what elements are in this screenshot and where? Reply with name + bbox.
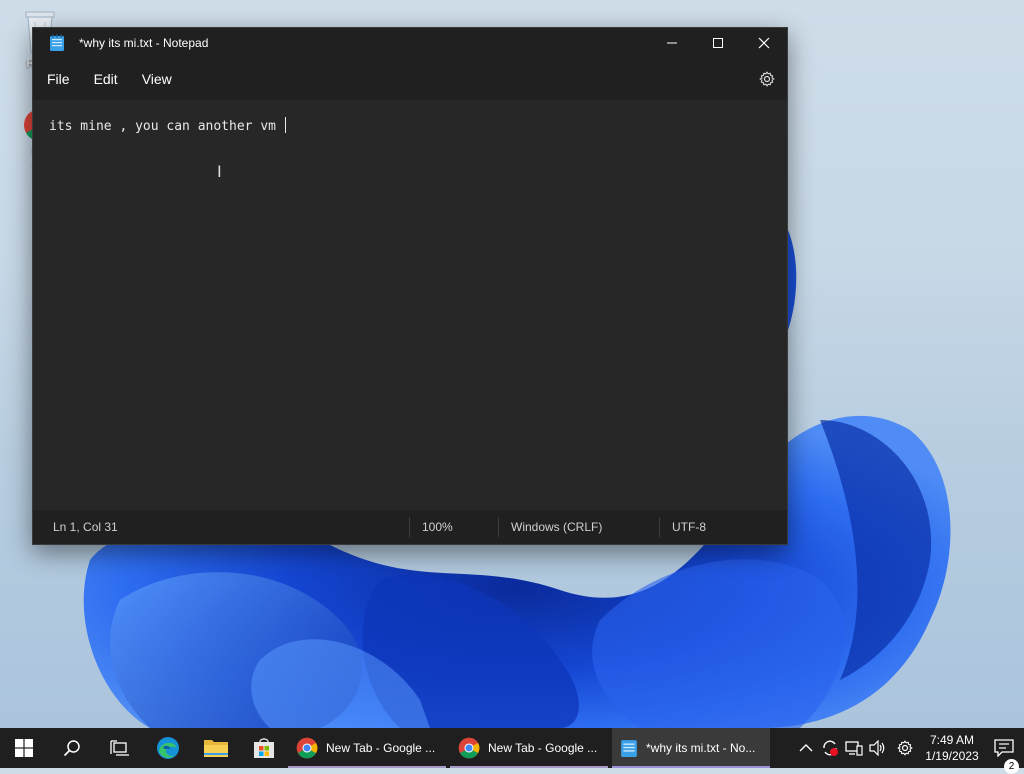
sync-error-icon bbox=[823, 740, 838, 756]
minimize-button[interactable] bbox=[649, 28, 695, 58]
search-icon bbox=[63, 740, 80, 757]
notification-center-button[interactable]: 2 bbox=[984, 739, 1024, 774]
tray-volume-button[interactable] bbox=[866, 728, 890, 768]
editor-text: its mine , you can another vm bbox=[49, 119, 284, 134]
status-bar: Ln 1, Col 31 100% Windows (CRLF) UTF-8 bbox=[33, 510, 787, 544]
windows-logo-icon bbox=[15, 739, 33, 757]
notepad-icon bbox=[50, 34, 64, 51]
taskbar-app-notepad[interactable]: *why its mi.txt - No... bbox=[612, 728, 770, 768]
clock-time: 7:49 AM bbox=[929, 733, 975, 747]
taskbar-app-label: *why its mi.txt - No... bbox=[646, 741, 756, 755]
task-view-icon bbox=[110, 740, 129, 756]
chrome-icon bbox=[296, 737, 318, 759]
maximize-button[interactable] bbox=[695, 28, 741, 58]
menu-bar: File Edit View bbox=[33, 58, 787, 100]
taskbar: New Tab - Google ... New Tab - Google ..… bbox=[0, 728, 1024, 774]
status-position: Ln 1, Col 31 bbox=[53, 520, 118, 534]
taskbar-app-label: New Tab - Google ... bbox=[488, 741, 598, 755]
editor-line: its mine , you can another vm bbox=[49, 117, 286, 134]
title-bar[interactable]: *why its mi.txt - Notepad bbox=[33, 28, 787, 58]
folder-icon bbox=[204, 740, 228, 757]
tray-sync-button[interactable] bbox=[818, 728, 842, 768]
menu-file[interactable]: File bbox=[35, 63, 82, 95]
maximize-icon bbox=[713, 38, 723, 48]
taskbar-app-label: New Tab - Google ... bbox=[326, 741, 436, 755]
ibeam-cursor-icon: Ⅰ bbox=[217, 162, 222, 181]
clock-date: 1/19/2023 bbox=[925, 749, 979, 763]
notepad-icon bbox=[621, 740, 637, 757]
taskbar-store[interactable] bbox=[240, 728, 288, 768]
notification-badge: 2 bbox=[1004, 759, 1019, 774]
settings-button[interactable] bbox=[747, 63, 787, 95]
notification-icon bbox=[994, 739, 1014, 757]
text-editor[interactable]: its mine , you can another vm Ⅰ bbox=[33, 100, 787, 510]
status-zoom: 100% bbox=[422, 520, 453, 534]
close-icon bbox=[758, 37, 770, 49]
show-hidden-icons-button[interactable] bbox=[794, 728, 818, 768]
status-encoding: UTF-8 bbox=[672, 520, 706, 534]
gear-icon bbox=[759, 71, 775, 87]
taskbar-edge[interactable] bbox=[144, 728, 192, 768]
window-title: *why its mi.txt - Notepad bbox=[79, 36, 209, 50]
taskbar-app-chrome-2[interactable]: New Tab - Google ... bbox=[450, 728, 608, 768]
minimize-icon bbox=[667, 42, 677, 44]
volume-icon bbox=[869, 740, 885, 756]
search-button[interactable] bbox=[48, 728, 96, 768]
taskbar-clock[interactable]: 7:49 AM 1/19/2023 bbox=[920, 732, 984, 764]
text-caret bbox=[284, 117, 286, 133]
close-button[interactable] bbox=[741, 28, 787, 58]
notepad-window: *why its mi.txt - Notepad File Edit View… bbox=[32, 27, 788, 545]
chrome-icon bbox=[458, 737, 480, 759]
menu-edit[interactable]: Edit bbox=[82, 63, 130, 95]
gear-icon bbox=[897, 740, 913, 756]
chevron-up-icon bbox=[799, 744, 813, 752]
store-icon bbox=[254, 738, 274, 758]
tray-settings-button[interactable] bbox=[890, 728, 920, 768]
taskbar-file-explorer[interactable] bbox=[192, 728, 240, 768]
tray-network-button[interactable] bbox=[842, 728, 866, 768]
edge-icon bbox=[157, 737, 179, 759]
status-line-ending: Windows (CRLF) bbox=[511, 520, 603, 534]
taskbar-app-chrome-1[interactable]: New Tab - Google ... bbox=[288, 728, 446, 768]
task-view-button[interactable] bbox=[96, 728, 144, 768]
menu-view[interactable]: View bbox=[130, 63, 184, 95]
system-tray: 7:49 AM 1/19/2023 2 bbox=[794, 728, 1024, 774]
network-icon bbox=[845, 741, 863, 756]
start-button[interactable] bbox=[0, 728, 48, 768]
